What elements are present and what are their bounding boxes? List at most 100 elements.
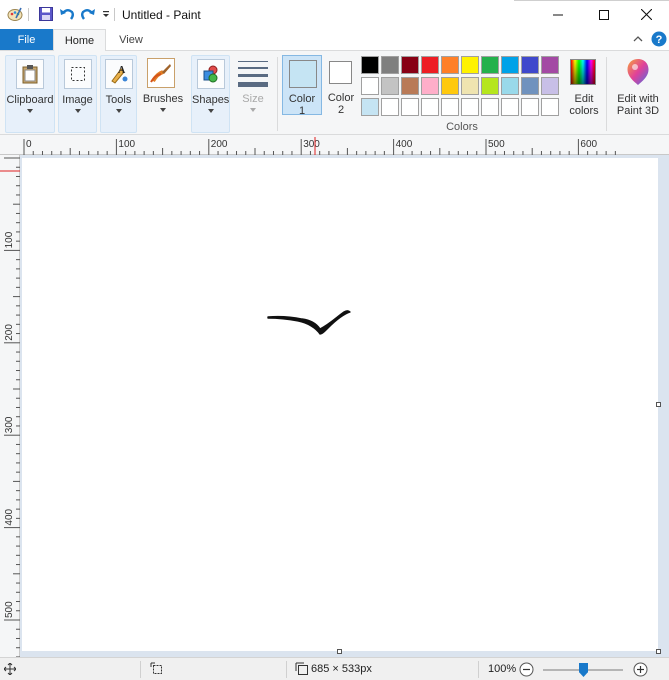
- ruler-label: 200: [4, 324, 15, 341]
- palette-swatch[interactable]: [401, 56, 419, 74]
- palette-swatch[interactable]: [541, 98, 559, 116]
- chevron-down-icon: [74, 109, 81, 113]
- palette-swatch[interactable]: [441, 77, 459, 95]
- color2-swatch: [329, 61, 352, 84]
- palette-swatch[interactable]: [441, 56, 459, 74]
- selection-size-icon: [150, 662, 164, 679]
- zoom-in-button[interactable]: [633, 662, 648, 680]
- palette-swatch[interactable]: [461, 98, 479, 116]
- resize-handle-corner[interactable]: [656, 649, 661, 654]
- edit-with-paint3d-button[interactable]: Edit with Paint 3D: [610, 55, 666, 125]
- palette-swatch[interactable]: [461, 77, 479, 95]
- palette-swatch[interactable]: [401, 98, 419, 116]
- palette-swatch[interactable]: [501, 77, 519, 95]
- clipboard-button[interactable]: Clipboard: [5, 55, 55, 133]
- vertical-ruler-ticks: 100 200 300 400 500: [0, 157, 20, 657]
- ruler-label: 300: [4, 416, 15, 433]
- ruler-label: 100: [118, 139, 135, 150]
- close-button[interactable]: [623, 0, 669, 29]
- palette-swatch[interactable]: [521, 98, 539, 116]
- color1-button[interactable]: Color 1: [282, 55, 322, 117]
- palette-swatch[interactable]: [501, 56, 519, 74]
- tab-file[interactable]: File: [0, 29, 53, 50]
- zoom-level: 100%: [488, 663, 517, 675]
- tools-button[interactable]: A Tools: [100, 55, 137, 133]
- ruler-label: 300: [303, 139, 320, 150]
- colors-group-label: Colors: [446, 121, 478, 133]
- palette-swatch[interactable]: [381, 77, 399, 95]
- palette-swatch[interactable]: [361, 56, 379, 74]
- title-separator: [28, 8, 29, 21]
- svg-text:A: A: [118, 65, 126, 76]
- tab-home[interactable]: Home: [53, 29, 106, 51]
- palette-swatch[interactable]: [481, 56, 499, 74]
- status-separator: [478, 661, 479, 678]
- palette-swatch[interactable]: [381, 98, 399, 116]
- tools-label: Tools: [105, 94, 132, 106]
- palette-swatch[interactable]: [421, 98, 439, 116]
- maximize-button[interactable]: [581, 0, 627, 29]
- brush-stroke: [267, 310, 351, 335]
- brushes-label: Brushes: [142, 93, 184, 105]
- minimize-button[interactable]: [535, 0, 581, 29]
- palette-swatch[interactable]: [421, 56, 439, 74]
- palette-swatch[interactable]: [521, 56, 539, 74]
- ribbon-tab-bar: File Home View ?: [0, 29, 669, 51]
- title-bar: Untitled - Paint: [0, 0, 669, 29]
- paint-app-icon[interactable]: [6, 5, 24, 23]
- palette-swatch[interactable]: [501, 98, 519, 116]
- palette-swatch[interactable]: [461, 56, 479, 74]
- color1-swatch: [289, 60, 317, 88]
- resize-handle-right[interactable]: [656, 402, 661, 407]
- customize-dropdown-icon[interactable]: [97, 5, 115, 23]
- save-icon[interactable]: [37, 5, 55, 23]
- color1-label: Color 1: [288, 93, 316, 117]
- ruler-label: 200: [211, 139, 228, 150]
- ribbon-home: Clipboard Image A Tools Brushes Shapes S…: [0, 50, 669, 135]
- zoom-slider-thumb[interactable]: [579, 663, 588, 677]
- chevron-down-icon: [250, 108, 256, 112]
- status-separator: [286, 661, 287, 678]
- tab-view[interactable]: View: [107, 29, 155, 50]
- group-divider: [277, 57, 278, 131]
- horizontal-ruler-ticks: 0 100 200 300 400 500 600: [23, 137, 616, 155]
- palette-swatch[interactable]: [361, 98, 379, 116]
- chevron-down-icon: [27, 109, 33, 113]
- palette-swatch[interactable]: [421, 77, 439, 95]
- zoom-out-button[interactable]: [519, 662, 534, 680]
- color-spectrum-icon: [570, 59, 596, 85]
- palette-swatch[interactable]: [381, 56, 399, 74]
- redo-icon[interactable]: [79, 5, 97, 23]
- ruler-label: 100: [4, 231, 15, 248]
- palette-swatch[interactable]: [481, 77, 499, 95]
- undo-icon[interactable]: [58, 5, 76, 23]
- clipboard-label: Clipboard: [6, 94, 54, 106]
- help-icon[interactable]: ?: [651, 31, 667, 47]
- color2-button[interactable]: Color 2: [322, 55, 360, 116]
- brushes-button[interactable]: Brushes: [140, 55, 186, 133]
- size-button[interactable]: Size: [233, 55, 273, 133]
- svg-text:?: ?: [656, 34, 663, 46]
- paint3d-icon: [623, 57, 653, 90]
- palette-swatch[interactable]: [541, 77, 559, 95]
- status-bar: 685 × 533px 100%: [0, 657, 669, 680]
- drawing-canvas[interactable]: [22, 158, 658, 651]
- vertical-ruler: 100 200 300 400 500: [0, 155, 20, 657]
- resize-handle-bottom[interactable]: [337, 649, 342, 654]
- palette-swatch[interactable]: [401, 77, 419, 95]
- ruler-label: 400: [396, 139, 413, 150]
- chevron-up-icon[interactable]: [632, 32, 644, 44]
- palette-swatch[interactable]: [541, 56, 559, 74]
- palette-swatch[interactable]: [441, 98, 459, 116]
- canvas-dimensions: 685 × 533px: [311, 663, 372, 675]
- image-button[interactable]: Image: [58, 55, 97, 133]
- canvas-workspace: [20, 155, 669, 657]
- palette-swatch[interactable]: [481, 98, 499, 116]
- palette-swatch[interactable]: [361, 77, 379, 95]
- palette-swatch[interactable]: [521, 77, 539, 95]
- shapes-button[interactable]: Shapes: [191, 55, 230, 133]
- select-icon: [64, 59, 92, 89]
- shapes-icon: [197, 59, 225, 89]
- edit-colors-button[interactable]: Edit colors: [566, 55, 602, 125]
- status-separator: [140, 661, 141, 678]
